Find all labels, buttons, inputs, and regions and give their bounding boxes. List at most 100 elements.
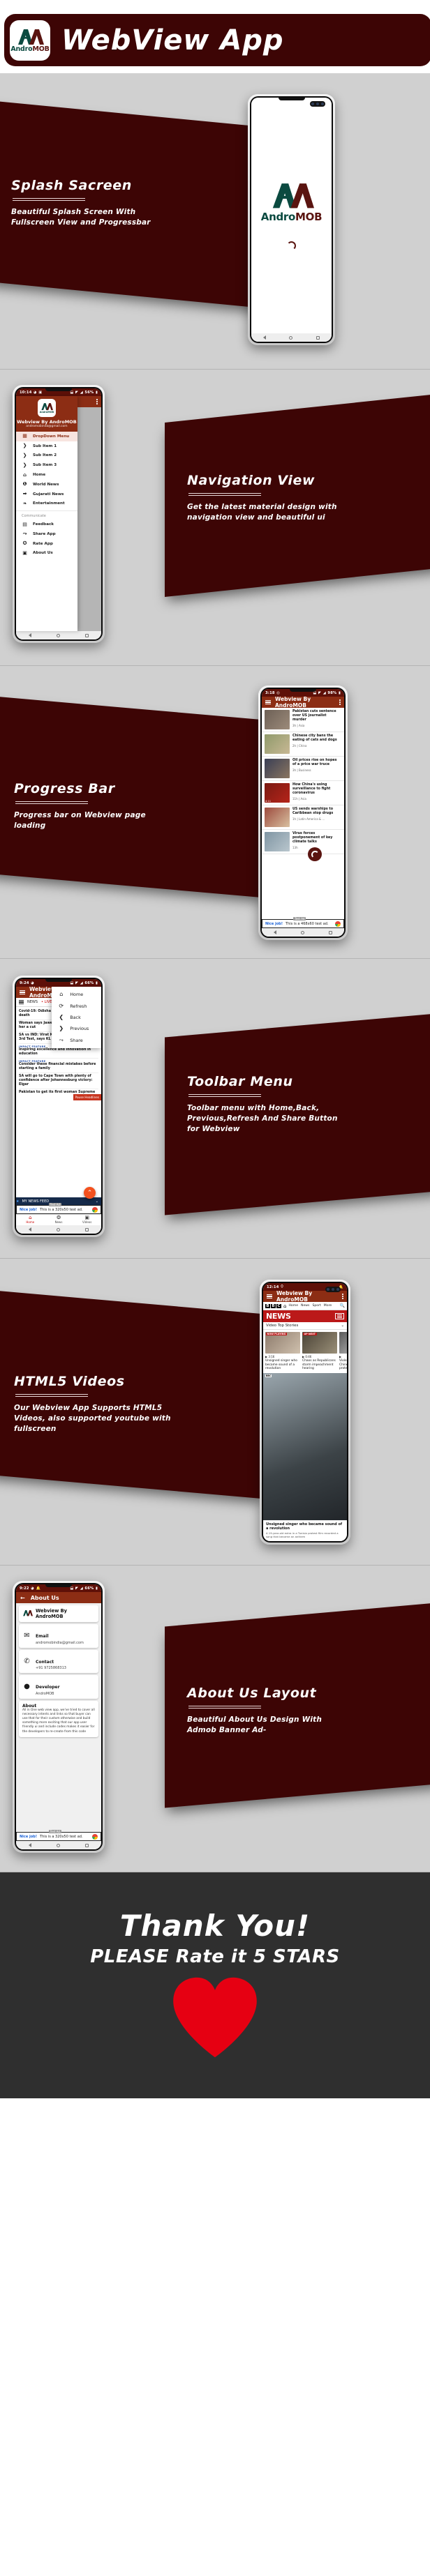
drawer-item-entertainment[interactable]: ❧ Entertainment bbox=[16, 499, 77, 508]
video-card[interactable]: UP NEXT ▶ 0:46 Chaos as Republicans stor… bbox=[302, 1332, 337, 1371]
back-nav-icon[interactable] bbox=[262, 335, 266, 340]
site-nav-news[interactable]: NEWS bbox=[27, 1000, 38, 1004]
news-row[interactable]: Virus forces postponement of key climate… bbox=[262, 830, 344, 854]
overflow-menu-icon[interactable] bbox=[342, 1294, 343, 1299]
video-card[interactable]: ▶ Violence Chinese protest bbox=[339, 1332, 347, 1371]
drawer-item-home[interactable]: ⌂ Home bbox=[16, 470, 77, 480]
ad-tag-label: Test Ad bbox=[293, 917, 306, 920]
headline-item[interactable]: SA will go to Cape Town with plenty of c… bbox=[19, 1073, 98, 1089]
bottom-tab-videos[interactable]: ▣ Videos bbox=[73, 1215, 101, 1225]
bbc-nav-news[interactable]: News bbox=[301, 1304, 309, 1308]
drawer-item-world-news[interactable]: ❶ World News bbox=[16, 480, 77, 490]
menu-item-label: Home bbox=[70, 992, 84, 998]
bbc-nav-links[interactable]: Home News Sport More bbox=[288, 1304, 332, 1308]
admob-banner-ad[interactable]: Test Ad Nice job! This is a 320x50 test … bbox=[16, 1830, 101, 1841]
drawer-item-sub-1[interactable]: ❯ Sub Item 1 bbox=[16, 441, 77, 451]
drawer-item-share-app[interactable]: ⤳ Share App bbox=[16, 529, 77, 539]
menu-item-home[interactable]: ⌂ Home bbox=[52, 989, 101, 1000]
chevron-down-icon[interactable]: ⌄ bbox=[341, 1324, 344, 1328]
news-row[interactable]: Oil prices rise on hopes of a price war … bbox=[262, 757, 344, 781]
android-nav-buttons[interactable] bbox=[251, 333, 332, 342]
bbc-nav-home[interactable]: Home bbox=[288, 1304, 298, 1308]
video-card[interactable]: NOW PLAYING ▶ 3:16 Unsigned singer who b… bbox=[265, 1332, 300, 1371]
home-nav-icon[interactable] bbox=[57, 1843, 60, 1847]
chevron-down-icon[interactable]: ⌄ bbox=[96, 1199, 98, 1204]
hamburger-icon[interactable] bbox=[267, 1294, 272, 1299]
news-row[interactable]: Pakistan cuts sentence over US journalis… bbox=[262, 708, 344, 732]
bbc-top-nav[interactable]: BBC ⌂ Home News Sport More 🔍 bbox=[263, 1302, 347, 1310]
home-nav-icon[interactable] bbox=[57, 1227, 60, 1232]
bottom-tab-home[interactable]: ⌂ Home bbox=[16, 1215, 45, 1225]
bbc-nav-sport[interactable]: Sport bbox=[312, 1304, 320, 1308]
tab-label: Home bbox=[26, 1220, 35, 1224]
ad-cta-text[interactable]: Nice job! bbox=[265, 922, 283, 926]
overflow-menu-icon[interactable] bbox=[339, 699, 341, 705]
ad-cta-text[interactable]: Nice job! bbox=[20, 1835, 37, 1839]
title-rule bbox=[15, 1394, 88, 1397]
menu-item-back[interactable]: ❮ Back bbox=[52, 1012, 101, 1023]
overflow-menu-icon[interactable] bbox=[96, 399, 98, 404]
recents-nav-icon[interactable] bbox=[85, 1227, 89, 1232]
recents-nav-icon[interactable] bbox=[328, 930, 332, 934]
navigation-drawer[interactable]: AndroMOB Webview By AndroMOB andromobind… bbox=[16, 396, 77, 631]
about-row-contact[interactable]: ✆ Contact +91 9725868313 bbox=[19, 1649, 98, 1673]
back-nav-icon[interactable] bbox=[29, 1227, 31, 1232]
admob-banner-ad[interactable]: Test Ad Nice job! This is a 320x50 test … bbox=[16, 1203, 101, 1214]
drawer-item-dropdown-menu[interactable]: ▦ DropDown Menu bbox=[16, 432, 77, 441]
video-carousel[interactable]: NOW PLAYING ▶ 3:16 Unsigned singer who b… bbox=[263, 1330, 347, 1373]
news-row[interactable]: 4:11 How China's using surveillance to f… bbox=[262, 781, 344, 805]
android-nav-buttons[interactable] bbox=[262, 928, 344, 937]
bottom-tab-news[interactable]: ❂ News bbox=[45, 1215, 73, 1225]
recents-nav-icon[interactable] bbox=[85, 1843, 89, 1847]
ad-cta-text[interactable]: Nice job! bbox=[20, 1208, 37, 1212]
drawer-item-gujarati-news[interactable]: ➡ Gujarati News bbox=[16, 490, 77, 499]
cast-icon: ⛭ bbox=[281, 1285, 284, 1289]
drawer-item-about-us[interactable]: ▣ About Us bbox=[16, 549, 77, 559]
about-row-email[interactable]: ✉ Email andromobindia@gmail.com bbox=[19, 1624, 98, 1648]
recents-nav-icon[interactable] bbox=[85, 633, 89, 637]
bottom-tab-bar[interactable]: ⌂ Home ❂ News ▣ Videos bbox=[16, 1214, 101, 1225]
scroll-to-top-fab[interactable]: ⌃ bbox=[84, 1187, 96, 1199]
bbc-news-wordmark: NEWS bbox=[266, 1312, 291, 1321]
home-nav-icon[interactable] bbox=[289, 335, 293, 340]
html5-textblock: HTML5 Videos Our Webview App Supports HT… bbox=[14, 1374, 178, 1435]
toolbar-overflow-menu[interactable]: ⌂ Home ⟳ Refresh ❮ Back ❯ Previous ⤳ Share bbox=[52, 987, 101, 1048]
search-icon[interactable]: 🔍 bbox=[340, 1303, 345, 1308]
pause-headlines-button[interactable]: Pause Headlines bbox=[73, 1094, 101, 1101]
home-nav-icon[interactable] bbox=[57, 633, 60, 637]
site-menu-icon[interactable] bbox=[19, 999, 24, 1005]
back-nav-icon[interactable] bbox=[29, 1843, 31, 1847]
recents-nav-icon[interactable] bbox=[316, 335, 320, 340]
news-row[interactable]: Chinese city bans the eating of cats and… bbox=[262, 732, 344, 757]
menu-item-share[interactable]: ⤳ Share bbox=[52, 1035, 101, 1046]
back-nav-icon[interactable] bbox=[274, 930, 277, 934]
hamburger-icon[interactable] bbox=[20, 990, 25, 995]
drawer-item-sub-3[interactable]: ❯ Sub Item 3 bbox=[16, 460, 77, 470]
drawer-item-sub-2[interactable]: ❯ Sub Item 2 bbox=[16, 451, 77, 461]
drawer-item-rate-app[interactable]: ✪ Rate App bbox=[16, 539, 77, 549]
hero-video[interactable]: BBC bbox=[263, 1373, 347, 1521]
bbc-home-icon[interactable]: ⌂ bbox=[283, 1303, 286, 1309]
toolbar-title: Toolbar Menu bbox=[187, 1074, 293, 1089]
admob-banner-ad[interactable]: Test Ad Nice job! This is a 468x60 test … bbox=[262, 917, 344, 928]
video-top-stories-header[interactable]: Video Top Stories ⌄ bbox=[263, 1322, 347, 1330]
about-row-developer[interactable]: ● Developer AndroMOB bbox=[19, 1675, 98, 1699]
home-nav-icon[interactable] bbox=[300, 930, 304, 934]
bbc-nav-more[interactable]: More bbox=[324, 1304, 332, 1308]
drawer-item-feedback[interactable]: ▤ Feedback bbox=[16, 520, 77, 529]
android-nav-buttons[interactable] bbox=[16, 631, 101, 639]
arrow-left-icon[interactable]: ← bbox=[20, 1595, 25, 1601]
bbc-menu-icon[interactable] bbox=[335, 1312, 344, 1320]
drawer-item-label: DropDown Menu bbox=[33, 434, 70, 439]
android-nav-buttons[interactable] bbox=[16, 1841, 101, 1849]
hamburger-icon[interactable] bbox=[265, 699, 271, 705]
android-nav-buttons[interactable] bbox=[16, 1225, 101, 1234]
progress-textblock: Progress Bar Progress bar on Webview pag… bbox=[14, 781, 178, 831]
headline-item[interactable]: IMPACT FEATURE Consider these financial … bbox=[19, 1059, 98, 1073]
back-nav-icon[interactable] bbox=[29, 633, 31, 637]
news-row[interactable]: US sends warships to Caribbean stop drug… bbox=[262, 805, 344, 830]
webview-content[interactable]: Pakistan cuts sentence over US journalis… bbox=[262, 708, 344, 919]
menu-item-previous[interactable]: ❯ Previous bbox=[52, 1023, 101, 1034]
video-duration: ▶ 0:46 bbox=[302, 1354, 312, 1358]
menu-item-refresh[interactable]: ⟳ Refresh bbox=[52, 1000, 101, 1011]
